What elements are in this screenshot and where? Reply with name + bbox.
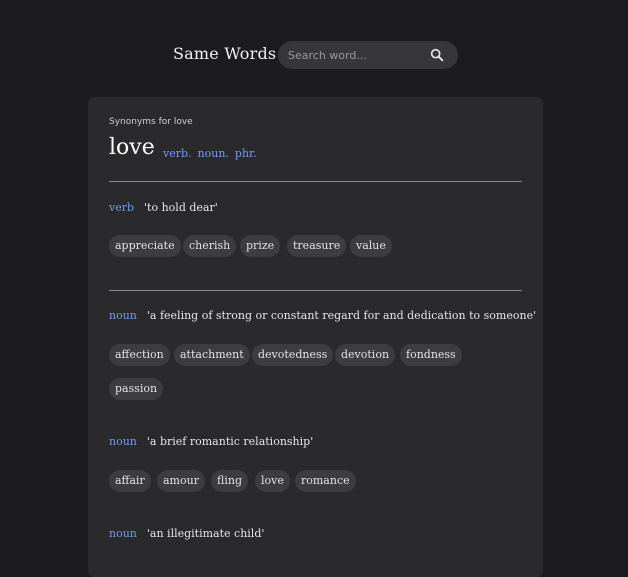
synonym-chip[interactable]: fondness [400, 344, 462, 366]
synonym-chip[interactable]: romance [295, 470, 356, 492]
sense-definition: noun 'an illegitimate child' [109, 527, 264, 540]
sense-definition-text: 'an illegitimate child' [146, 527, 265, 540]
sense-definition-text: 'to hold dear' [144, 201, 218, 214]
synonym-chip[interactable]: cherish [183, 235, 237, 257]
divider [109, 181, 522, 182]
pos-link-verb[interactable]: verb. [163, 147, 192, 160]
search-box[interactable] [278, 41, 458, 69]
synonym-chip[interactable]: affection [109, 344, 170, 366]
sense-pos: noun [109, 527, 137, 540]
sense-pos: noun [109, 435, 137, 448]
headword: love [109, 135, 155, 160]
top-bar: Same Words [0, 0, 628, 100]
synonym-chip[interactable]: passion [109, 378, 164, 400]
sense-definition: noun 'a feeling of strong or constant reg… [109, 309, 536, 322]
pos-links: verb. noun. phr. [163, 147, 263, 160]
synonym-chip[interactable]: appreciate [109, 235, 181, 257]
synonym-chip[interactable]: treasure [287, 235, 347, 257]
synonym-chip[interactable]: prize [240, 235, 281, 257]
search-icon[interactable] [429, 47, 445, 63]
results-card: Synonyms for love love verb. noun. phr. ve… [88, 97, 543, 577]
synonym-chip[interactable]: attachment [174, 344, 250, 366]
sense-pos: verb [109, 201, 135, 214]
sense-definition: noun 'a brief romantic relationship' [109, 435, 313, 448]
pos-link-noun[interactable]: noun. [198, 147, 229, 160]
search-input[interactable] [288, 41, 428, 69]
synonym-chip[interactable]: devotion [335, 344, 396, 366]
synonym-chip[interactable]: fling [211, 470, 248, 492]
synonym-chip[interactable]: affair [109, 470, 151, 492]
sense-definition-text: 'a brief romantic relationship' [146, 435, 314, 448]
sense-definition-text: 'a feeling of strong or constant regard … [146, 309, 537, 322]
divider [109, 290, 522, 291]
results-subtitle: Synonyms for love [109, 117, 193, 127]
synonym-chip[interactable]: value [350, 235, 392, 257]
pos-link-phrase[interactable]: phr. [235, 147, 257, 160]
synonym-chip[interactable]: amour [157, 470, 205, 492]
synonym-chip[interactable]: love [255, 470, 290, 492]
sense-pos: noun [109, 309, 137, 322]
sense-definition: verb 'to hold dear' [109, 201, 218, 214]
site-title[interactable]: Same Words [173, 44, 276, 63]
synonym-chip[interactable]: devotedness [252, 344, 334, 366]
